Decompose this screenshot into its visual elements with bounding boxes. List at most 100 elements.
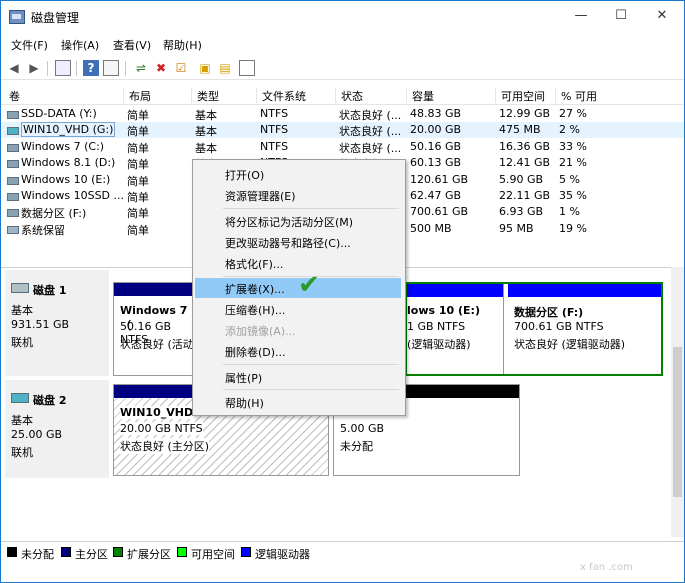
- col-status[interactable]: 状态: [335, 88, 363, 103]
- volume-row[interactable]: WIN10_VHD (G:) 简单 基本 NTFS 状态良好 (... 20.00 GB 4…: [1, 122, 684, 139]
- toolbar: ◀ ▶ ? ⇌ ✖ ☑ ▣ ▤: [1, 57, 684, 80]
- col-filesystem[interactable]: 文件系统: [256, 88, 306, 103]
- volume-cell: 20.00 GB: [410, 123, 462, 137]
- partition-data[interactable]: 数据分区 (F:) 700.61 GB NTFS 状态良好 (逻辑驱动器): [508, 284, 661, 374]
- menu-view[interactable]: 查看(V): [113, 37, 151, 53]
- console-tree-icon[interactable]: [55, 60, 71, 76]
- col-capacity[interactable]: 容量: [406, 88, 434, 103]
- partition-size: 20.00 GB NTFS: [120, 422, 203, 435]
- menu-item-shrink-volume[interactable]: 压缩卷(H)...: [195, 299, 401, 319]
- partition-status: 状态良好 (逻辑驱动器): [514, 338, 626, 351]
- volume-cell: Windows 10 (E:): [21, 172, 111, 186]
- volume-cell: 21 %: [559, 156, 587, 170]
- menu-item-help[interactable]: 帮助(H): [195, 392, 401, 412]
- minimize-button[interactable]: —: [561, 1, 601, 31]
- legend-primary: 主分区: [75, 548, 108, 561]
- volume-cell: 简单: [127, 191, 149, 204]
- disk2-size: 25.00 GB: [11, 428, 63, 441]
- volume-cell: 22.11 GB: [499, 189, 551, 202]
- volume-cell: 50.16 GB: [410, 139, 462, 153]
- volume-cell: 48.83 GB: [410, 107, 462, 120]
- disk1-label[interactable]: 磁盘 1 基本 931.51 GB 联机: [5, 270, 109, 376]
- help-icon[interactable]: ?: [83, 60, 99, 76]
- col-free-space[interactable]: 可用空间: [495, 88, 545, 103]
- drive-icon: [7, 209, 19, 218]
- delete-icon[interactable]: ✖: [153, 60, 169, 76]
- volume-cell: 16.36 GB: [499, 139, 551, 153]
- menu-item-add-mirror[interactable]: 添加镜像(A)...: [195, 320, 401, 340]
- disk1-status: 联机: [11, 336, 33, 349]
- volume-row[interactable]: Windows 7 (C:) 简单 基本 NTFS 状态良好 (... 50.16 GB 1…: [1, 139, 684, 155]
- volume-row[interactable]: SSD-DATA (Y:) 简单 基本 NTFS 状态良好 (... 48.83 GB 12…: [1, 106, 684, 122]
- title-bar: 磁盘管理 — ☐ ✕: [1, 1, 684, 33]
- volume-cell: Windows 7 (C:): [21, 139, 105, 153]
- search-folder-icon[interactable]: ▤: [217, 60, 233, 76]
- volume-cell: 95 MB: [499, 221, 534, 235]
- volume-cell: 简单: [127, 207, 149, 221]
- volume-cell: 简单: [127, 141, 149, 155]
- disk1-name: 磁盘 1: [33, 284, 67, 297]
- view-icon[interactable]: [239, 60, 255, 76]
- col-layout[interactable]: 布局: [123, 88, 151, 103]
- checkmark-icon: ✔: [298, 270, 320, 300]
- legend-unallocated: 未分配: [21, 548, 54, 561]
- volume-cell: 简单: [127, 125, 149, 139]
- volume-cell: 系统保留: [21, 223, 65, 237]
- volume-cell: Windows 10SSD ...: [21, 189, 125, 202]
- scrollbar-thumb[interactable]: [673, 347, 682, 497]
- col-percent-free[interactable]: % 可用: [555, 88, 597, 103]
- legend-free: 可用空间: [191, 548, 235, 561]
- volume-cell: 475 MB: [499, 123, 541, 137]
- drive-icon: [7, 176, 19, 185]
- partition-windows10[interactable]: lows 10 (E:) 1 GB NTFS (逻辑驱动器): [407, 284, 504, 374]
- menu-item-mark-active[interactable]: 将分区标记为活动分区(M): [195, 211, 401, 231]
- menu-item-change-letter[interactable]: 更改驱动器号和路径(C)...: [195, 232, 401, 252]
- menu-item-properties[interactable]: 属性(P): [195, 367, 401, 387]
- legend-swatch-logical: [241, 547, 251, 557]
- partition-windows7[interactable]: Windows 7 （ 50.16 GB NTFS 状态良好 (活动: [113, 282, 195, 376]
- forward-arrow-icon[interactable]: ▶: [26, 60, 42, 76]
- legend: 未分配 主分区 扩展分区 可用空间 逻辑驱动器: [1, 541, 684, 564]
- partition-status: 状态良好 (主分区): [120, 438, 210, 454]
- volume-cell: 60.13 GB: [410, 156, 462, 170]
- menu-help[interactable]: 帮助(H): [163, 37, 202, 53]
- close-button[interactable]: ✕: [642, 1, 682, 31]
- volume-cell: 5.90 GB: [499, 172, 544, 186]
- back-arrow-icon[interactable]: ◀: [6, 60, 22, 76]
- volume-cell: 简单: [127, 158, 149, 172]
- new-folder-icon[interactable]: ▣: [197, 60, 213, 76]
- drive-icon: [7, 193, 19, 201]
- volume-cell: 19 %: [559, 221, 587, 235]
- volume-cell: 35 %: [559, 189, 587, 202]
- volume-cell: 5 %: [559, 172, 580, 186]
- unallocated-status: 未分配: [340, 440, 373, 453]
- partition-size: 700.61 GB NTFS: [514, 320, 604, 333]
- disk2-name: 磁盘 2: [33, 394, 67, 407]
- menu-file[interactable]: 文件(F): [11, 37, 48, 53]
- volume-cell: NTFS: [260, 139, 289, 153]
- volume-cell: 12.99 GB: [499, 107, 551, 120]
- partition-name: WIN10_VHD: [120, 406, 194, 419]
- graph-scrollbar[interactable]: [671, 267, 684, 537]
- menu-item-explorer[interactable]: 资源管理器(E): [195, 185, 401, 205]
- volume-cell: 33 %: [559, 139, 587, 153]
- connect-disk-icon[interactable]: ⇌: [133, 60, 149, 76]
- volume-cell: 简单: [127, 223, 149, 237]
- legend-logical: 逻辑驱动器: [255, 548, 310, 561]
- partition-name: lows 10 (E:): [407, 304, 480, 317]
- volume-cell: 状态良好 (...: [339, 125, 402, 139]
- watermark: x fan .com: [580, 562, 633, 573]
- menu-item-delete-volume[interactable]: 删除卷(D)...: [195, 341, 401, 361]
- menu-action[interactable]: 操作(A): [61, 37, 99, 53]
- col-type[interactable]: 类型: [191, 88, 219, 103]
- volume-cell: 基本: [195, 141, 217, 155]
- menu-item-open[interactable]: 打开(O): [195, 164, 401, 184]
- properties-icon[interactable]: [103, 60, 119, 76]
- checklist-icon[interactable]: ☑: [173, 60, 189, 76]
- maximize-button[interactable]: ☐: [601, 1, 641, 31]
- col-volume[interactable]: 卷: [4, 88, 20, 103]
- volume-cell: 6.93 GB: [499, 205, 544, 219]
- disk2-label[interactable]: 磁盘 2 基本 25.00 GB 联机: [5, 380, 109, 478]
- volume-cell: 62.47 GB: [410, 189, 462, 202]
- disk2-status: 联机: [11, 446, 33, 459]
